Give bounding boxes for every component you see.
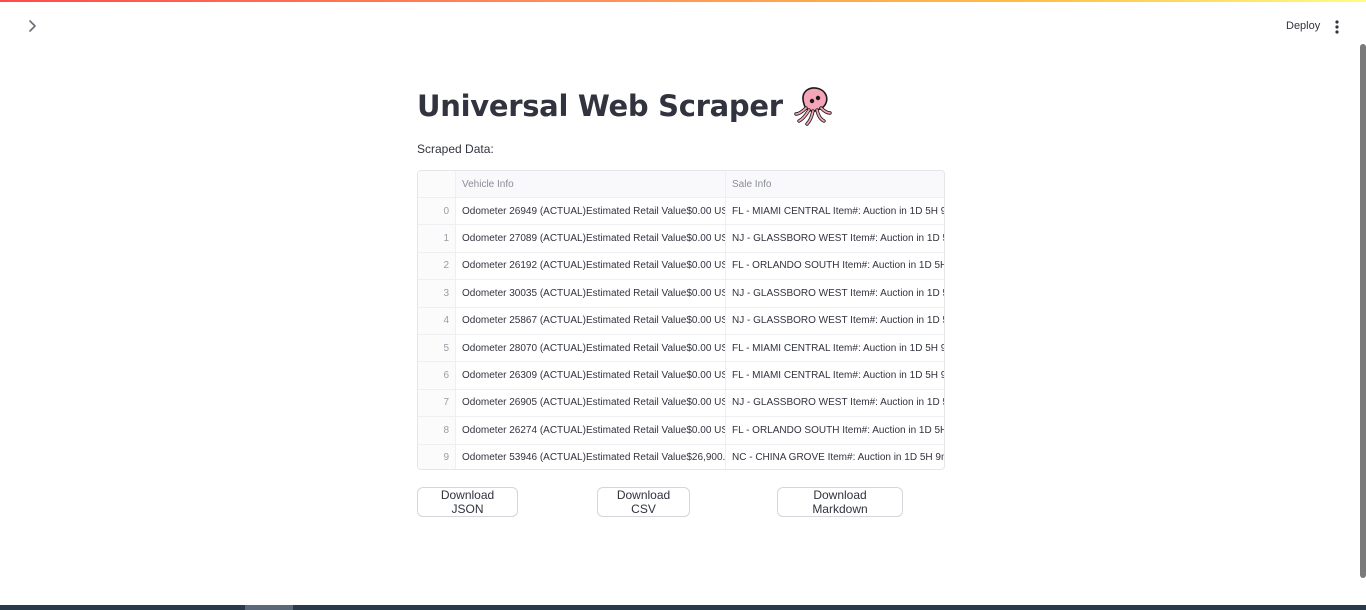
download-markdown-button[interactable]: Download Markdown: [777, 487, 903, 517]
row-index: 0: [418, 198, 456, 225]
vehicle-info-cell[interactable]: Odometer 26309 (ACTUAL)Estimated Retail …: [456, 362, 726, 389]
table-row[interactable]: 2 Odometer 26192 (ACTUAL)Estimated Retai…: [418, 252, 944, 281]
vehicle-info-column-header[interactable]: Vehicle Info: [456, 171, 726, 197]
table-row[interactable]: 5 Odometer 28070 (ACTUAL)Estimated Retai…: [418, 334, 944, 363]
vehicle-info-cell[interactable]: Odometer 27089 (ACTUAL)Estimated Retail …: [456, 225, 726, 252]
table-row[interactable]: 9 Odometer 53946 (ACTUAL)Estimated Retai…: [418, 444, 944, 469]
sale-info-cell[interactable]: NJ - GLASSBORO WEST Item#: Auction in 1D…: [726, 225, 944, 251]
row-index: 2: [418, 252, 456, 280]
page-scrollbar[interactable]: [1360, 44, 1366, 578]
sale-info-column-header[interactable]: Sale Info: [726, 171, 944, 197]
page-title: Universal Web Scraper: [417, 86, 833, 126]
row-index: 3: [418, 280, 456, 307]
index-column-header[interactable]: [418, 171, 456, 197]
vehicle-info-cell[interactable]: Odometer 28070 (ACTUAL)Estimated Retail …: [456, 334, 726, 362]
chevron-right-icon[interactable]: [22, 14, 42, 38]
vehicle-info-cell[interactable]: Odometer 26274 (ACTUAL)Estimated Retail …: [456, 417, 726, 444]
vehicle-info-cell[interactable]: Odometer 26192 (ACTUAL)Estimated Retail …: [456, 252, 726, 280]
deploy-button[interactable]: Deploy: [1278, 16, 1328, 36]
sale-info-cell[interactable]: NC - CHINA GROVE Item#: Auction in 1D 5H…: [726, 445, 944, 469]
table-row[interactable]: 4 Odometer 25867 (ACTUAL)Estimated Retai…: [418, 307, 944, 335]
vehicle-info-cell[interactable]: Odometer 30035 (ACTUAL)Estimated Retail …: [456, 280, 726, 307]
table-row[interactable]: 8 Odometer 26274 (ACTUAL)Estimated Retai…: [418, 417, 944, 445]
row-index: 5: [418, 334, 456, 362]
table-row[interactable]: 6 Odometer 26309 (ACTUAL)Estimated Retai…: [418, 362, 944, 390]
table-row[interactable]: 0 Odometer 26949 (ACTUAL)Estimated Retai…: [418, 198, 944, 226]
scrollbar-thumb[interactable]: [1360, 44, 1366, 578]
vehicle-info-cell[interactable]: Odometer 25867 (ACTUAL)Estimated Retail …: [456, 307, 726, 334]
sale-info-cell[interactable]: FL - MIAMI CENTRAL Item#: Auction in 1D …: [726, 198, 944, 224]
vehicle-info-cell[interactable]: Odometer 26905 (ACTUAL)Estimated Retail …: [456, 389, 726, 417]
squid-icon: [793, 86, 833, 126]
bottom-taskbar: [0, 605, 1366, 610]
data-table[interactable]: Vehicle Info Sale Info 0 Odometer 26949 …: [417, 170, 945, 470]
row-index: 6: [418, 362, 456, 389]
sale-info-cell[interactable]: FL - MIAMI CENTRAL Item#: Auction in 1D …: [726, 362, 944, 388]
sale-info-cell[interactable]: NJ - GLASSBORO WEST Item#: Auction in 1D…: [726, 308, 944, 334]
sale-info-cell[interactable]: NJ - GLASSBORO WEST Item#: Auction in 1D…: [726, 390, 944, 416]
table-row[interactable]: 1 Odometer 27089 (ACTUAL)Estimated Retai…: [418, 225, 944, 253]
data-table-grid: Vehicle Info Sale Info 0 Odometer 26949 …: [418, 171, 944, 469]
row-index: 9: [418, 444, 456, 469]
sale-info-cell[interactable]: FL - ORLANDO SOUTH Item#: Auction in 1D …: [726, 417, 944, 443]
download-json-button[interactable]: Download JSON: [417, 487, 518, 517]
table-row[interactable]: 7 Odometer 26905 (ACTUAL)Estimated Retai…: [418, 389, 944, 418]
table-row[interactable]: 3 Odometer 30035 (ACTUAL)Estimated Retai…: [418, 280, 944, 308]
vehicle-info-cell[interactable]: Odometer 26949 (ACTUAL)Estimated Retail …: [456, 198, 726, 225]
app-header: Deploy: [0, 2, 1366, 50]
scraped-data-label: Scraped Data:: [417, 142, 494, 156]
sale-info-cell[interactable]: FL - ORLANDO SOUTH Item#: Auction in 1D …: [726, 253, 944, 279]
row-index: 7: [418, 389, 456, 417]
row-index: 8: [418, 417, 456, 444]
page-title-text: Universal Web Scraper: [417, 89, 783, 123]
vehicle-info-cell[interactable]: Odometer 53946 (ACTUAL)Estimated Retail …: [456, 444, 726, 469]
row-index: 1: [418, 225, 456, 252]
row-index: 4: [418, 307, 456, 334]
table-header-row: Vehicle Info Sale Info: [418, 171, 944, 198]
sale-info-cell[interactable]: NJ - GLASSBORO WEST Item#: Auction in 1D…: [726, 280, 944, 306]
download-csv-button[interactable]: Download CSV: [597, 487, 690, 517]
vertical-dots-icon[interactable]: [1328, 16, 1346, 38]
taskbar-highlight: [245, 605, 293, 610]
sale-info-cell[interactable]: FL - MIAMI CENTRAL Item#: Auction in 1D …: [726, 335, 944, 361]
